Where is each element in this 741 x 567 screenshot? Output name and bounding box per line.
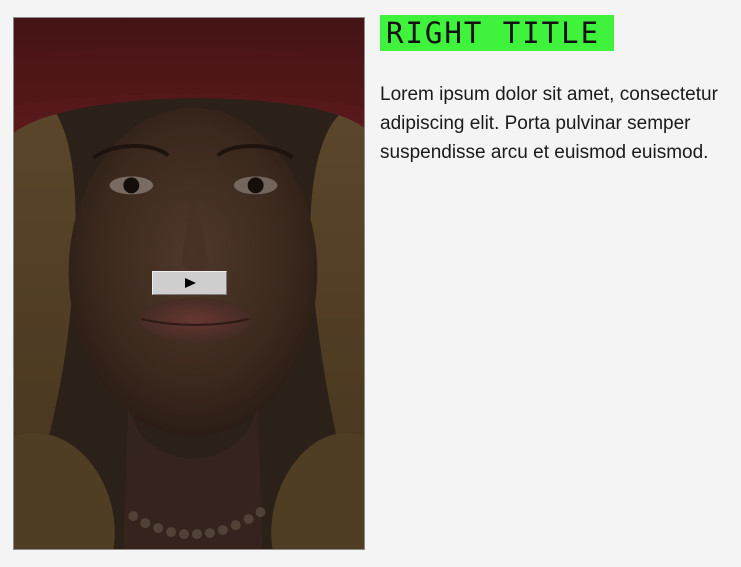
play-button[interactable]	[152, 271, 227, 295]
body-text: Lorem ipsum dolor sit amet, consectetur …	[380, 84, 718, 163]
page-title: RIGHT TITLE	[380, 15, 615, 51]
play-icon	[185, 278, 196, 288]
